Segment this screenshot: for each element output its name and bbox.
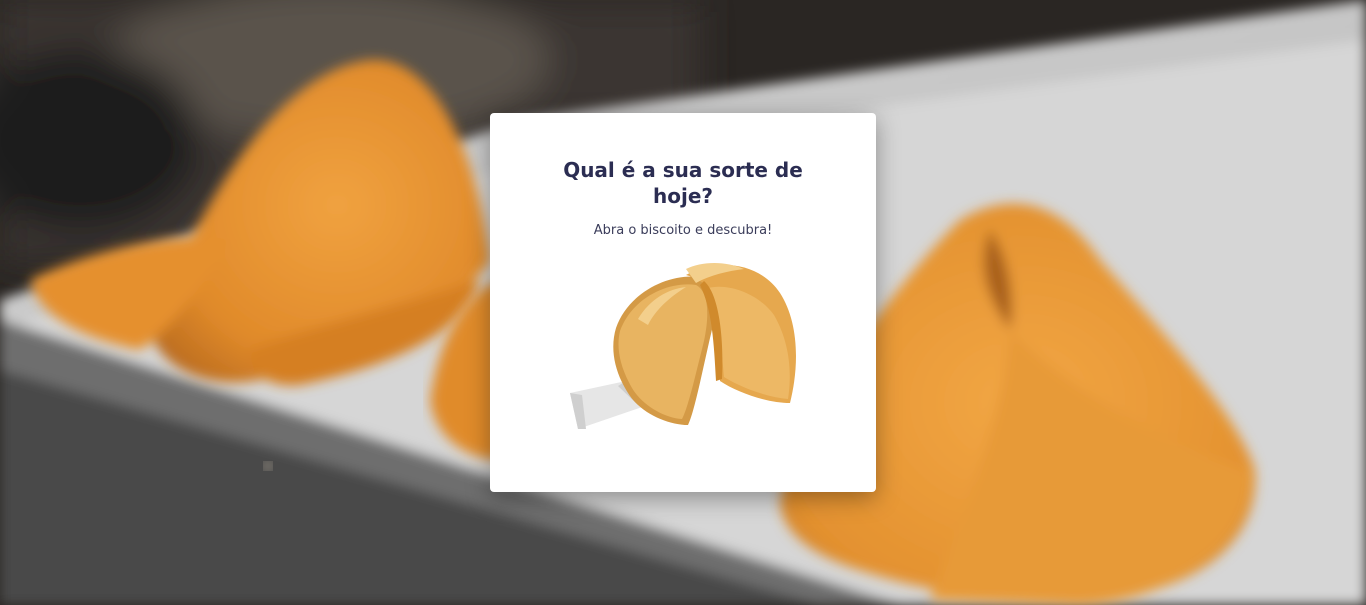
page-title: Qual é a sua sorte de hoje? xyxy=(563,158,803,208)
fortune-card: Qual é a sua sorte de hoje? Abra o bisco… xyxy=(490,113,876,492)
card-subtitle: Abra o biscoito e descubra! xyxy=(593,223,773,238)
fortune-cookie-icon xyxy=(570,263,796,429)
open-cookie-button[interactable] xyxy=(568,253,800,433)
